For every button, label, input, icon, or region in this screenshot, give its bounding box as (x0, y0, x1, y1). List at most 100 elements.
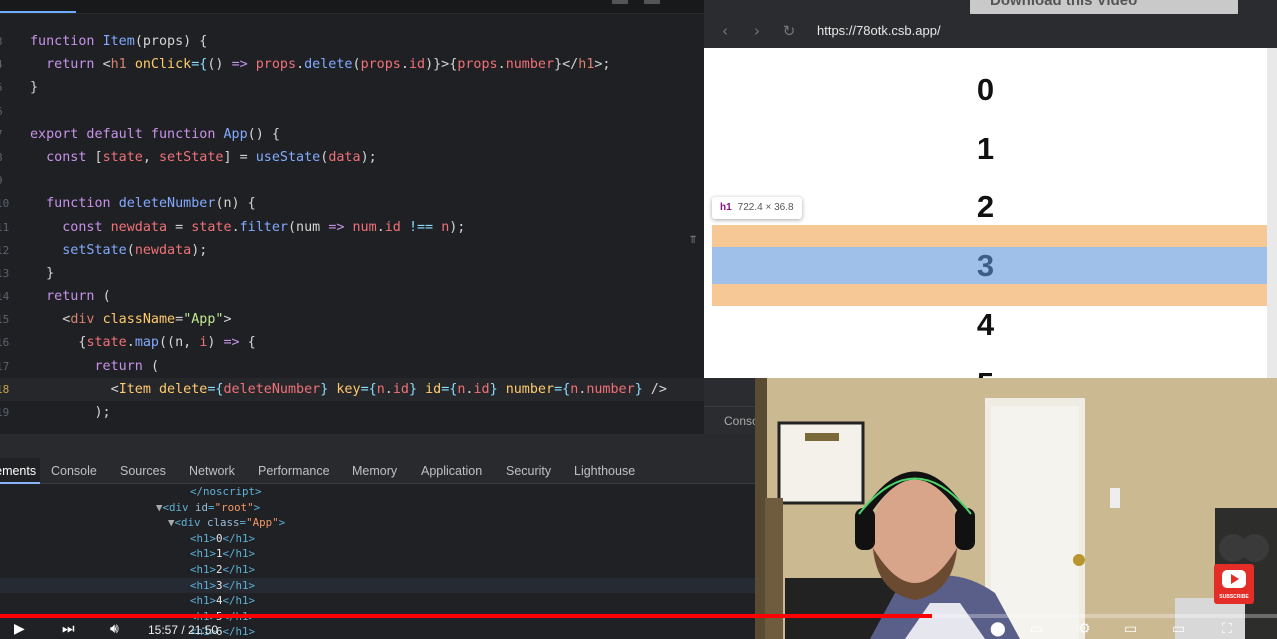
more-actions-icon[interactable] (644, 0, 660, 4)
devtools-tab-sources[interactable]: Sources (120, 458, 166, 484)
code-line[interactable]: 15 <div className="App"> (0, 308, 704, 331)
next-icon[interactable]: ⏭ (62, 620, 75, 639)
code-token: function (30, 34, 103, 49)
number-heading-0[interactable]: 0 (704, 72, 1267, 108)
captions-icon[interactable]: ▭ (1030, 620, 1043, 639)
line-number: 19 (0, 406, 10, 419)
dom-node[interactable]: <h1>3</h1> (0, 577, 755, 594)
code-token: App (223, 126, 248, 142)
dom-token: </h1> (222, 531, 256, 545)
forward-arrow-icon[interactable]: › (748, 22, 766, 40)
dom-node[interactable]: ▼<div id="root"> (0, 500, 755, 516)
youtube-play-icon (1222, 570, 1246, 588)
code-token: filter (239, 219, 288, 235)
editor-tab-bar (0, 0, 704, 14)
code-token: => (231, 57, 248, 73)
code-token: n (376, 381, 385, 397)
code-token: state (191, 219, 232, 235)
code-line[interactable]: 18 <Item delete={deleteNumber} key={n.id… (0, 377, 704, 401)
code-line[interactable]: 7 export default function App() { (0, 123, 704, 146)
volume-icon[interactable]: 🔊︎ (110, 620, 119, 639)
code-editor[interactable]: 3function Item(props) {4 return <h1 onCl… (0, 0, 704, 434)
code-line[interactable]: 16 {state.map((n, i) => { (0, 331, 704, 354)
dom-node[interactable]: </noscript> (0, 484, 755, 500)
code-line[interactable]: 14 return ( (0, 285, 704, 308)
subscribe-button[interactable]: SUBSCRIBE (1214, 564, 1254, 604)
code-token: }</ (554, 57, 579, 73)
devtools-tab-security[interactable]: Security (506, 458, 551, 484)
number-heading-4[interactable]: 4 (704, 307, 1267, 343)
devtools-tab-elements[interactable]: Elements (0, 458, 40, 484)
reload-icon[interactable]: ↻ (780, 22, 798, 40)
code-line[interactable]: 13 } (0, 262, 704, 285)
code-line[interactable]: 17 return ( (0, 355, 704, 378)
code-token: >; (594, 57, 611, 73)
code-line[interactable]: 12 setState(newdata); (0, 239, 704, 262)
code-line[interactable]: 10 function deleteNumber(n) { (0, 192, 704, 215)
dom-token: <h1> (190, 531, 217, 545)
miniplayer-icon[interactable]: ▭ (1124, 620, 1137, 639)
dom-node[interactable]: ▼<div class="App"> (0, 515, 755, 531)
code-line[interactable]: 9 (0, 169, 704, 192)
code-line[interactable]: 8 const [state, setState] = useState(dat… (0, 146, 704, 169)
devtools-tab-application[interactable]: Application (421, 458, 482, 484)
split-editor-icon[interactable] (612, 0, 628, 4)
back-arrow-icon[interactable]: ‹ (716, 22, 734, 40)
code-text: function Item(props) { (30, 30, 207, 53)
tooltip-tag: h1 (720, 202, 732, 213)
devtools-tab-lighthouse[interactable]: Lighthouse (574, 458, 635, 484)
code-token: const (46, 149, 95, 165)
code-token: return (94, 358, 151, 374)
progress-bar[interactable] (0, 614, 1277, 618)
code-token: ( (150, 358, 159, 374)
code-token: ={ (191, 57, 208, 73)
code-token: useState (255, 149, 321, 165)
dom-node[interactable]: <h1>4</h1> (0, 593, 755, 609)
settings-gear-icon[interactable]: ⚙ (1078, 620, 1091, 639)
code-lines[interactable]: 3function Item(props) {4 return <h1 onCl… (0, 30, 704, 424)
code-token: ((n, (159, 335, 200, 351)
code-line[interactable]: 5} (0, 76, 704, 99)
code-token: . (497, 57, 506, 73)
code-line[interactable]: 6 (0, 100, 704, 123)
devtools-tab-network[interactable]: Network (189, 458, 235, 484)
code-text: return ( (30, 285, 111, 308)
code-text: } (30, 76, 38, 99)
preview-scrollbar[interactable] (1267, 48, 1277, 378)
dom-node[interactable]: <h1>0</h1> (0, 531, 755, 547)
address-bar-url[interactable]: https://78otk.csb.app/ (817, 23, 941, 38)
dom-node[interactable]: <h1>1</h1> (0, 546, 755, 562)
code-token: state (102, 149, 143, 165)
code-line[interactable]: 4 return <h1 onClick={() => props.delete… (0, 53, 704, 76)
devtools-tab-console[interactable]: Console (51, 458, 97, 484)
code-line[interactable]: 3 function Item(props) { (0, 30, 704, 53)
code-line[interactable]: 11 const newdata = state.filter(num => n… (0, 216, 704, 239)
code-token: props (360, 57, 401, 73)
number-heading-5[interactable]: 5 (704, 366, 1267, 378)
editor-active-tab[interactable] (0, 0, 76, 13)
play-icon[interactable]: ▶ (14, 620, 25, 639)
number-heading-3[interactable]: 3 (704, 248, 1267, 284)
code-token: ); (191, 242, 208, 258)
dom-node[interactable]: <h1>2</h1> (0, 562, 755, 578)
number-heading-1[interactable]: 1 (704, 131, 1267, 167)
code-text: const [state, setState] = useState(data)… (30, 146, 377, 169)
fullscreen-icon[interactable]: ⛶ (1222, 620, 1232, 639)
line-number: 18 (0, 382, 10, 396)
console-label[interactable]: Conso (724, 414, 759, 428)
autoplay-toggle-icon[interactable]: ⬤ (990, 620, 1006, 639)
devtools-tab-memory[interactable]: Memory (352, 458, 397, 484)
code-line[interactable]: 19 ); (0, 401, 704, 424)
code-token: } (489, 381, 498, 397)
devtools-tab-performance[interactable]: Performance (258, 458, 330, 484)
dom-token: <h1> (190, 578, 217, 592)
code-token: id (473, 381, 490, 397)
code-token: ={ (360, 381, 377, 397)
code-token: , (142, 149, 159, 165)
theater-mode-icon[interactable]: ▭ (1172, 620, 1185, 639)
